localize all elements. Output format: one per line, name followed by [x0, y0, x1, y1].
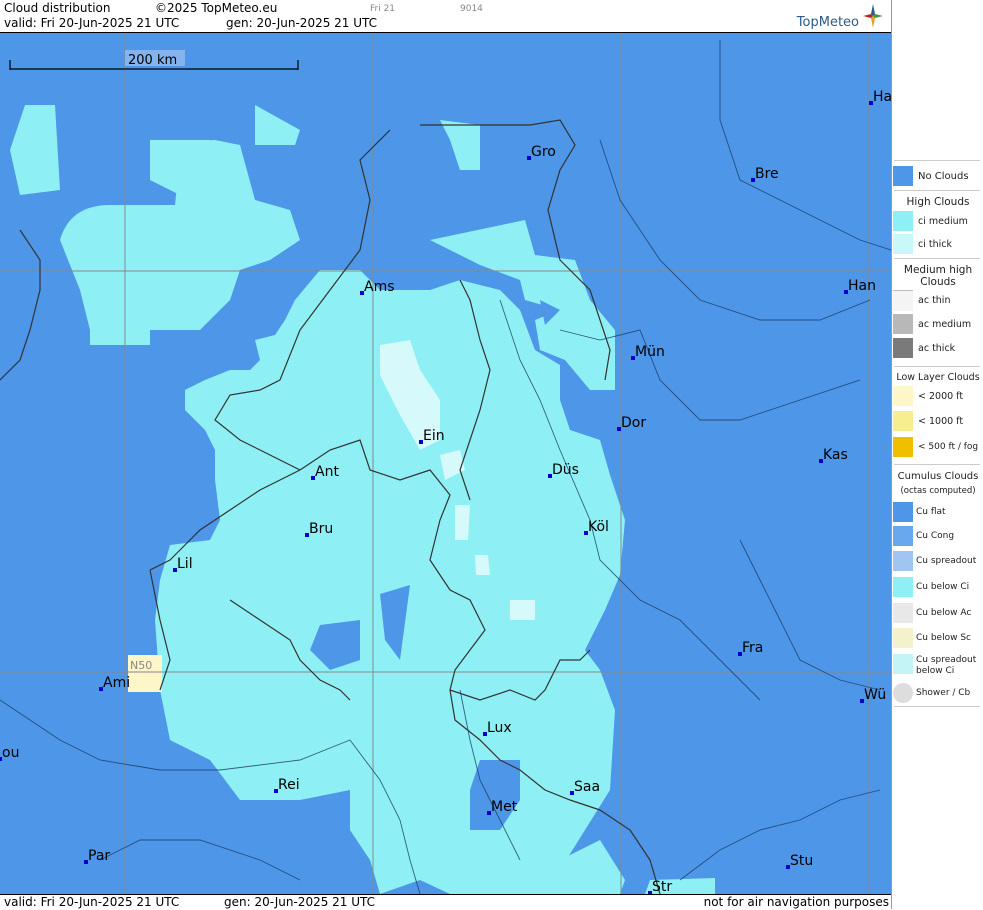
ac-thin-swatch — [893, 290, 913, 311]
city-label: Lux — [487, 720, 512, 736]
map-footer: valid: Fri 20-Jun-2025 21 UTC gen: 20-Ju… — [0, 894, 891, 910]
copyright: ©2025 TopMeteo.eu — [155, 1, 278, 15]
legend-panel: No Clouds High Clouds ci medium ci thick… — [891, 0, 983, 909]
legend-high-heading: High Clouds — [906, 196, 970, 208]
city-label: Han — [848, 278, 876, 294]
city-label: Ams — [364, 279, 395, 295]
cu-below-ci-swatch — [893, 577, 913, 597]
footer-valid-time: valid: Fri 20-Jun-2025 21 UTC — [4, 895, 180, 909]
cu-below-sc-swatch — [893, 628, 913, 648]
header-code-small: 9014 — [460, 4, 483, 14]
grid-label-n50: N50 — [130, 659, 152, 672]
low-1000-swatch — [893, 411, 913, 431]
logo-text: TopMeteo — [796, 15, 859, 30]
no-clouds-swatch — [893, 166, 913, 186]
city-kas[interactable]: Kas — [819, 447, 848, 463]
city-lux[interactable]: Lux — [483, 720, 512, 736]
city-label: Ant — [315, 464, 339, 480]
legend-medium-heading: Medium high Clouds — [903, 264, 973, 288]
city-label: Kas — [823, 447, 848, 463]
city-label: Par — [88, 848, 110, 864]
city-label: Lil — [177, 556, 193, 572]
city-ami[interactable]: Ami — [99, 675, 130, 691]
city-label: Dor — [621, 415, 646, 431]
city-stu[interactable]: Stu — [786, 853, 813, 869]
city-mun[interactable]: Mün — [631, 344, 665, 360]
cloud-map[interactable]: 200 km N50 Ha Gro Bre Ams Han Mün Dor Ein Kas Ant… — [0, 33, 891, 894]
city-label: Bre — [755, 166, 779, 182]
header-day-small: Fri 21 — [370, 4, 396, 14]
ci-medium-swatch — [893, 211, 913, 231]
city-label: Ein — [423, 428, 445, 444]
city-label: Rei — [278, 777, 300, 793]
legend-cumulus-sub: (octas computed) — [900, 486, 976, 496]
city-rei[interactable]: Rei — [274, 777, 300, 793]
city-label: Str — [652, 879, 672, 894]
map-header: Cloud distribution ©2025 TopMeteo.eu Fri… — [0, 0, 891, 33]
cu-cong-swatch — [893, 526, 913, 546]
city-ant[interactable]: Ant — [311, 464, 339, 480]
city-par[interactable]: Par — [84, 848, 110, 864]
city-met[interactable]: Met — [487, 799, 518, 815]
city-label: ou — [2, 745, 19, 761]
low-500-swatch — [893, 437, 913, 457]
city-gro[interactable]: Gro — [527, 144, 556, 160]
city-label: Wü — [864, 687, 886, 703]
city-label: Saa — [574, 779, 600, 795]
city-label: Ha — [873, 89, 891, 105]
cu-spreadout-below-ci-swatch — [893, 654, 913, 674]
city-label: Met — [491, 799, 518, 815]
city-label: Gro — [531, 144, 556, 160]
city-label: Köl — [588, 519, 609, 535]
ac-medium-swatch — [893, 314, 913, 334]
city-label: Bru — [309, 521, 333, 537]
city-saa[interactable]: Saa — [570, 779, 600, 795]
city-dor[interactable]: Dor — [617, 415, 646, 431]
city-label: Düs — [552, 462, 579, 478]
city-ams[interactable]: Ams — [360, 279, 395, 295]
city-bre[interactable]: Bre — [751, 166, 779, 182]
legend-low-heading: Low Layer Clouds — [896, 372, 980, 383]
city-kol[interactable]: Köl — [584, 519, 609, 535]
city-rou[interactable]: ou — [0, 745, 19, 761]
city-dus[interactable]: Düs — [548, 462, 579, 478]
scale-label: 200 km — [128, 53, 177, 68]
city-wu[interactable]: Wü — [860, 687, 886, 703]
ac-thick-swatch — [893, 338, 913, 358]
city-label: Stu — [790, 853, 813, 869]
city-label: Ami — [103, 675, 130, 691]
city-han[interactable]: Han — [844, 278, 876, 294]
header-gen-time: gen: 20-Jun-2025 21 UTC — [226, 16, 378, 30]
city-label: Mün — [635, 344, 665, 360]
low-2000-swatch — [893, 386, 913, 406]
footer-disclaimer: not for air navigation purposes — [703, 895, 889, 909]
city-ha[interactable]: Ha — [869, 89, 891, 105]
footer-gen-time: gen: 20-Jun-2025 21 UTC — [224, 895, 376, 909]
cu-flat-swatch — [893, 502, 913, 522]
city-str[interactable]: Str — [648, 879, 672, 894]
topmeteo-logo[interactable]: TopMeteo — [775, 2, 885, 30]
city-fra[interactable]: Fra — [738, 640, 763, 656]
legend-cumulus-heading: Cumulus Clouds — [897, 471, 979, 482]
compass-rose-icon — [863, 4, 883, 28]
city-ein[interactable]: Ein — [419, 428, 445, 444]
cu-spreadout-swatch — [893, 551, 913, 571]
city-bru[interactable]: Bru — [305, 521, 333, 537]
shower-swatch — [893, 683, 913, 703]
header-valid-time: valid: Fri 20-Jun-2025 21 UTC — [4, 16, 180, 30]
ci-thick-swatch — [893, 234, 913, 254]
city-label: Fra — [742, 640, 763, 656]
cu-below-ac-swatch — [893, 603, 913, 623]
map-title: Cloud distribution — [4, 1, 111, 15]
